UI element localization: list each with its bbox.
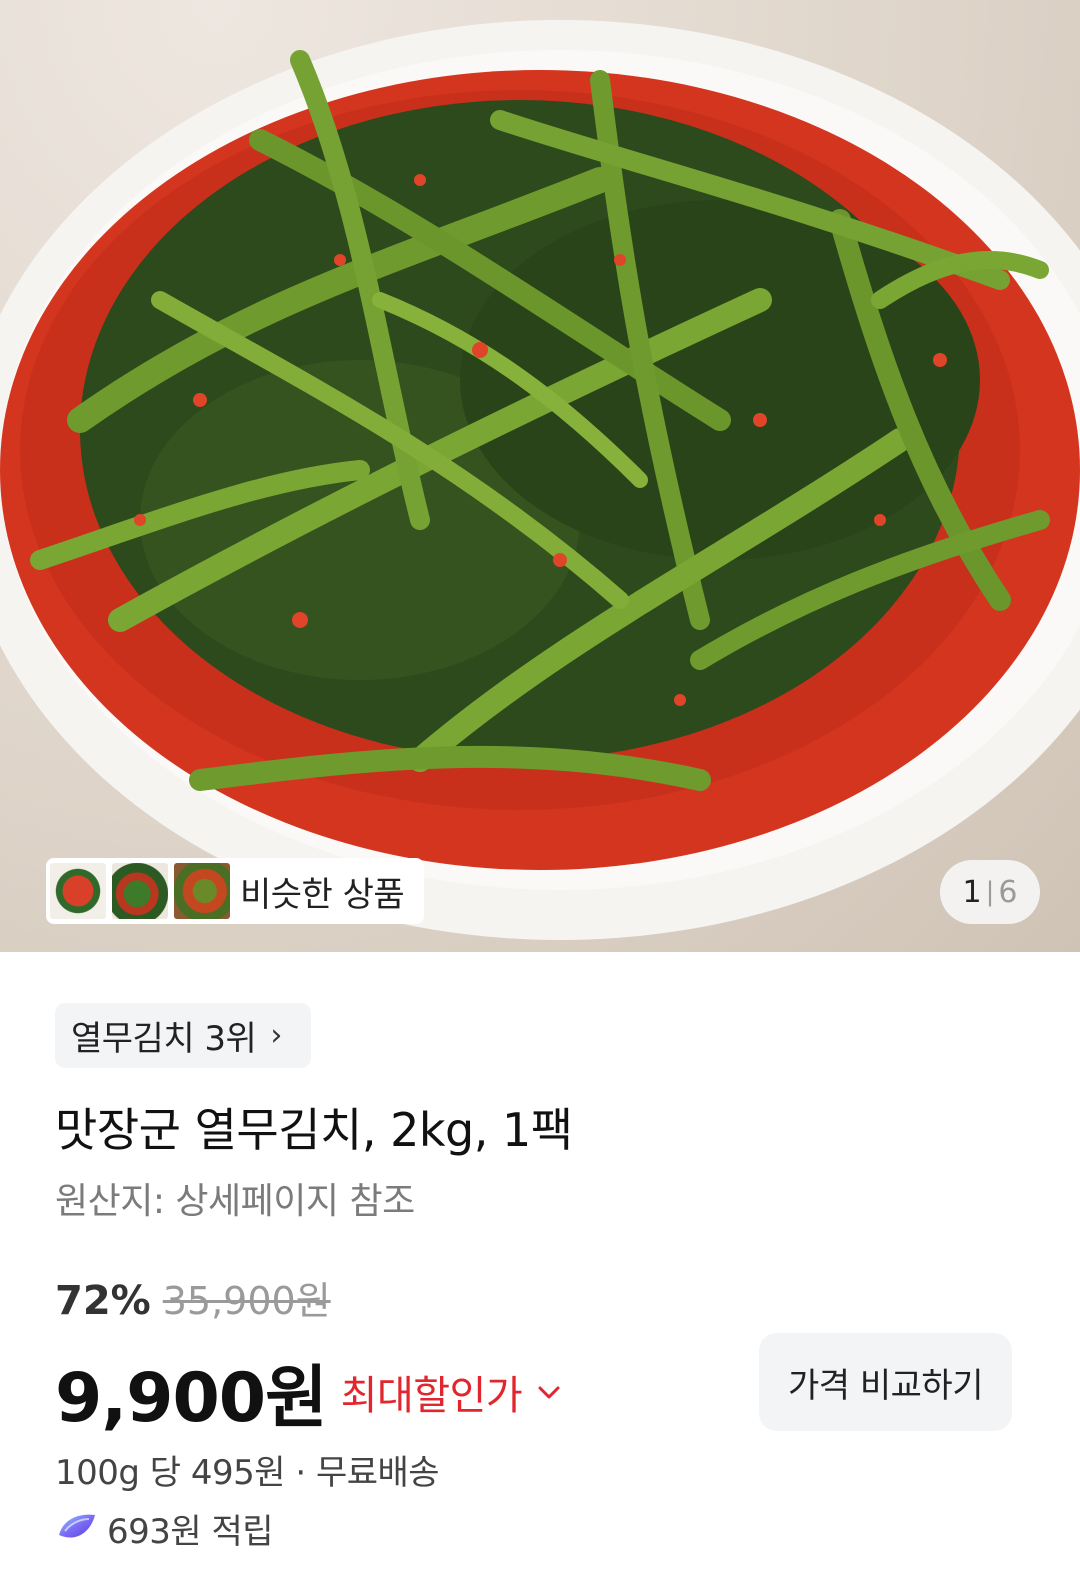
rank-badge-label: 열무김치 3위 — [71, 1019, 257, 1059]
product-title: 맛장군 열무김치, 2kg, 1팩 — [55, 1103, 573, 1157]
price-compare-button[interactable]: 가격 비교하기 — [759, 1333, 1012, 1431]
sale-price: 9,900원 — [55, 1359, 328, 1438]
discount-percent: 72% — [55, 1278, 151, 1324]
image-counter-separator: | — [985, 877, 995, 907]
unit-price-shipping: 100g 당 495원 · 무료배송 — [55, 1453, 440, 1493]
image-counter-total: 6 — [998, 874, 1018, 910]
category-rank-badge[interactable]: 열무김치 3위 › — [55, 1003, 311, 1068]
reward-row: 693원 적립 — [55, 1504, 274, 1553]
chevron-right-icon: › — [270, 1018, 282, 1053]
similar-product-thumbnail — [50, 863, 106, 919]
image-counter-current: 1 — [962, 874, 982, 910]
similar-product-thumbnail — [112, 863, 168, 919]
reward-gem-icon — [59, 1514, 95, 1538]
product-photo — [0, 20, 1080, 940]
similar-products-label: 비슷한 상품 — [240, 874, 405, 915]
similar-product-thumbnail — [174, 863, 230, 919]
similar-products-button[interactable]: 비슷한 상품 — [46, 858, 424, 924]
reward-points: 693원 적립 — [107, 1512, 274, 1552]
image-counter: 1 | 6 — [940, 860, 1040, 924]
max-discount-toggle[interactable]: 최대할인가 — [341, 1363, 523, 1421]
product-origin: 원산지: 상세페이지 참조 — [55, 1181, 415, 1222]
product-image-gallery[interactable]: 비슷한 상품 1 | 6 — [0, 0, 1080, 952]
original-price: 35,900원 — [162, 1279, 331, 1323]
price-row: 9,900원 최대할인가 — [55, 1342, 564, 1441]
chevron-down-icon[interactable] — [534, 1377, 564, 1407]
discount-row: 72% 35,900원 — [55, 1270, 331, 1325]
